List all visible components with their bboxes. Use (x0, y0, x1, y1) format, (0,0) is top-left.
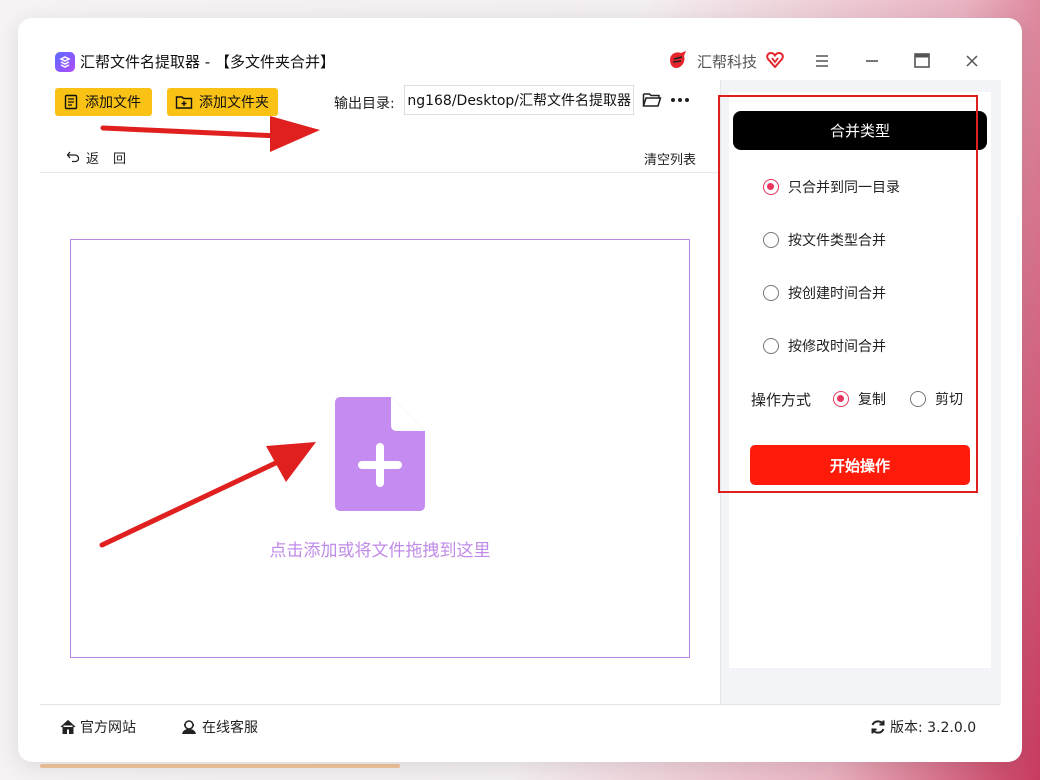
brand-name: 汇帮科技 (697, 53, 758, 71)
back-label: 返回 (86, 152, 141, 167)
merge-option-by-modified[interactable]: 按修改时间合并 (763, 336, 886, 356)
drop-zone-hint: 点击添加或将文件拖拽到这里 (269, 541, 491, 561)
radio-button[interactable] (763, 232, 779, 248)
radio-button[interactable] (763, 285, 779, 301)
add-folder-button[interactable]: 添加文件夹 (167, 88, 278, 116)
window-title: 汇帮文件名提取器 - 【多文件夹合并】 (80, 53, 335, 71)
version-label: 版本: 3.2.0.0 (890, 720, 977, 736)
taskbar-accent (40, 764, 400, 768)
operation-cut-label: 剪切 (935, 392, 963, 408)
clear-list-button[interactable]: 清空列表 (644, 149, 696, 168)
add-folder-label: 添加文件夹 (199, 95, 269, 111)
open-folder-icon[interactable] (642, 92, 662, 112)
merge-option-label: 按创建时间合并 (788, 286, 886, 302)
home-icon (60, 719, 76, 735)
merge-option-label: 只合并到同一目录 (788, 180, 900, 196)
file-drop-zone[interactable]: 点击添加或将文件拖拽到这里 (70, 239, 690, 658)
radio-button[interactable] (910, 391, 926, 407)
footer: 官方网站 在线客服 版本: 3.2.0.0 (40, 704, 1000, 745)
online-support-label: 在线客服 (202, 720, 258, 736)
refresh-icon (870, 719, 886, 735)
maximize-icon[interactable] (911, 50, 933, 72)
version-info: 版本: 3.2.0.0 (870, 717, 976, 737)
add-file-button[interactable]: 添加文件 (55, 88, 152, 116)
menu-icon[interactable] (811, 50, 833, 72)
radio-button[interactable] (763, 338, 779, 354)
merge-option-label: 按文件类型合并 (788, 233, 886, 249)
add-file-icon (63, 94, 79, 110)
operation-label: 操作方式 (751, 391, 812, 409)
app-window: 汇帮文件名提取器 - 【多文件夹合并】 汇帮科技 添加文件 添加文件夹 输出目录… (18, 18, 1022, 762)
online-support-link[interactable]: 在线客服 (180, 717, 258, 737)
merge-option-same-dir[interactable]: 只合并到同一目录 (763, 177, 900, 197)
merge-option-by-created[interactable]: 按创建时间合并 (763, 283, 886, 303)
operation-copy-label: 复制 (858, 392, 886, 408)
title-bar: 汇帮文件名提取器 - 【多文件夹合并】 汇帮科技 (18, 18, 1022, 80)
merge-option-label: 按修改时间合并 (788, 339, 886, 355)
merge-type-header: 合并类型 (733, 111, 987, 150)
add-file-label: 添加文件 (85, 95, 141, 111)
back-arrow-icon (66, 149, 80, 167)
add-document-icon (335, 397, 425, 515)
close-icon[interactable] (961, 50, 983, 72)
support-agent-icon (180, 719, 198, 735)
official-website-label: 官方网站 (80, 720, 136, 736)
toolbar-divider (40, 172, 720, 173)
official-website-link[interactable]: 官方网站 (60, 717, 136, 737)
minimize-icon[interactable] (861, 50, 883, 72)
file-list-panel: 添加文件 添加文件夹 输出目录: 返回 清空列表 (40, 80, 720, 704)
operation-cut[interactable]: 剪切 (910, 389, 963, 409)
radio-button[interactable] (833, 391, 849, 407)
app-logo-icon (55, 52, 75, 72)
heart-icon (766, 51, 784, 72)
output-dir-label: 输出目录: (334, 96, 395, 112)
back-button[interactable]: 返回 (66, 148, 140, 167)
merge-option-by-type[interactable]: 按文件类型合并 (763, 230, 886, 250)
start-button[interactable]: 开始操作 (750, 445, 970, 485)
output-dir-input[interactable] (404, 85, 634, 115)
more-options-icon[interactable] (670, 92, 690, 112)
operation-copy[interactable]: 复制 (833, 389, 886, 409)
brand-logo-icon (666, 48, 690, 76)
radio-button[interactable] (763, 179, 779, 195)
add-folder-icon (175, 94, 193, 110)
